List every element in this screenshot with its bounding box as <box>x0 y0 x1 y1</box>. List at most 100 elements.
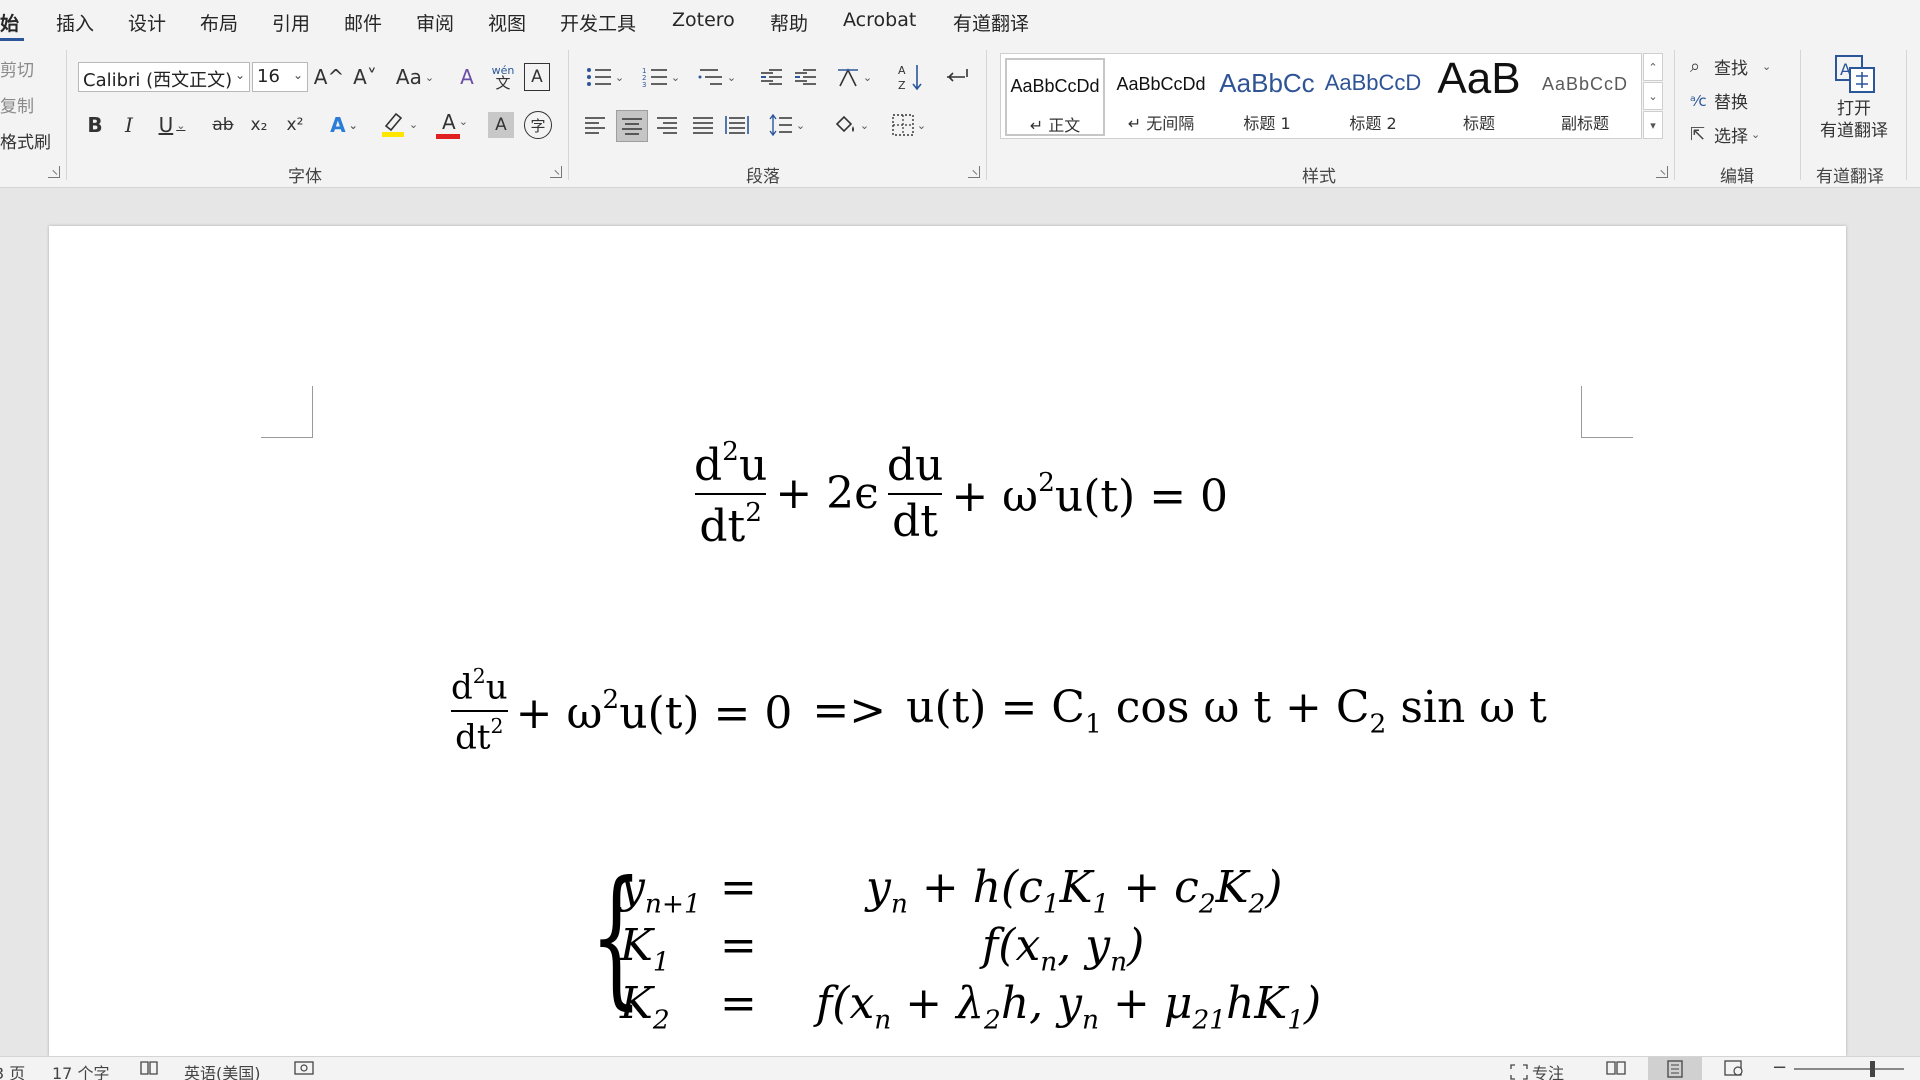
decrease-indent-icon[interactable] <box>756 62 786 92</box>
equation-2[interactable]: d2u dt2 + ω2u(t) = 0 => u(t) = C1 cos ω … <box>443 664 1547 758</box>
zoom-slider[interactable] <box>1794 1068 1904 1070</box>
chevron-down-icon: ⌄ <box>1762 60 1772 73</box>
strikethrough-button[interactable]: ab <box>206 110 240 140</box>
word-count[interactable]: 17 个字 <box>52 1060 109 1080</box>
font-launcher-icon[interactable] <box>550 166 562 178</box>
find-button[interactable]: ⌕ 查找 ⌄ <box>1690 54 1771 79</box>
zoom-out-icon[interactable]: − <box>1772 1057 1787 1078</box>
group-divider <box>1674 50 1675 180</box>
outdent-icon <box>761 69 782 85</box>
tab-review[interactable]: 审阅 <box>416 9 454 36</box>
bullets-icon[interactable]: ⌄ <box>580 62 630 92</box>
increase-indent-icon[interactable] <box>790 62 820 92</box>
tab-view[interactable]: 视图 <box>488 9 526 36</box>
highlight-color-icon[interactable]: ⌄ <box>374 108 424 140</box>
replace-button[interactable]: ᵃ⁄c 替换 <box>1690 88 1748 114</box>
style-sample: AaB <box>1437 54 1521 103</box>
change-case-label: Aa <box>395 65 422 89</box>
multilevel-list-icon[interactable]: ⌄ <box>692 62 742 92</box>
tab-home[interactable]: 始 <box>0 9 19 36</box>
italic-button[interactable]: I <box>114 110 144 140</box>
read-mode-icon[interactable] <box>1606 1060 1626 1080</box>
tab-layout[interactable]: 布局 <box>200 9 238 36</box>
paragraph-launcher-icon[interactable] <box>968 166 980 178</box>
tab-design[interactable]: 设计 <box>128 9 166 36</box>
shrink-font-icon[interactable]: A˅ <box>350 62 380 92</box>
chevron-down-icon: ⌄ <box>670 70 681 84</box>
styles-more-icon[interactable]: ▾ <box>1643 111 1663 139</box>
superscript-button[interactable]: x² <box>280 110 310 140</box>
style-subtitle[interactable]: AaBbCcD 副标题 <box>1535 58 1635 136</box>
open-youdao-button[interactable]: A 打开 有道翻译 <box>1812 54 1896 154</box>
clipboard-launcher-icon[interactable] <box>48 166 60 178</box>
tab-developer[interactable]: 开发工具 <box>560 9 636 36</box>
show-marks-icon[interactable] <box>942 62 974 92</box>
clear-formatting-icon[interactable]: A <box>452 62 482 92</box>
font-color-icon[interactable]: A ⌄ <box>430 108 480 140</box>
open-youdao-line1: 打开 <box>1837 99 1871 119</box>
tab-youdao[interactable]: 有道翻译 <box>953 9 1029 36</box>
phonetic-guide-icon[interactable]: wén 文 <box>488 60 518 94</box>
web-layout-icon[interactable] <box>1724 1060 1744 1080</box>
equation-1[interactable]: d2u dt2 + 2ϵ du dt + ω2u(t) = 0 <box>686 438 1228 550</box>
format-painter-button[interactable]: 格式刷 <box>0 128 51 153</box>
align-center-button[interactable] <box>616 110 648 142</box>
styles-launcher-icon[interactable] <box>1656 166 1668 178</box>
subscript-button[interactable]: x₂ <box>244 110 274 140</box>
focus-mode-button[interactable]: 专注 <box>1510 1060 1564 1080</box>
tab-zotero[interactable]: Zotero <box>672 9 735 31</box>
enclose-characters-icon[interactable]: 字 <box>524 111 552 139</box>
align-left-button[interactable] <box>580 110 610 140</box>
ribbon-tabs: 始 插入 设计 布局 引用 邮件 审阅 视图 开发工具 Zotero 帮助 Ac… <box>0 0 1920 44</box>
eq2-solution: u(t) = C1 cos ω t + C2 sin ω t <box>906 682 1547 740</box>
replace-label: 替换 <box>1714 93 1748 113</box>
character-border-icon[interactable]: A <box>524 63 550 91</box>
tab-references[interactable]: 引用 <box>272 9 310 36</box>
shading-icon[interactable]: ⌄ <box>828 110 874 140</box>
style-heading-2[interactable]: AaBbCcD 标题 2 <box>1323 58 1423 136</box>
tab-mailings[interactable]: 邮件 <box>344 9 382 36</box>
chevron-down-icon: ⌄ <box>234 68 245 82</box>
tab-help[interactable]: 帮助 <box>770 9 808 36</box>
style-heading-1[interactable]: AaBbCc 标题 1 <box>1217 58 1317 136</box>
font-name-combo[interactable]: Calibri (西文正文) ⌄ <box>78 62 250 92</box>
tab-insert[interactable]: 插入 <box>56 9 94 36</box>
align-right-button[interactable] <box>652 110 682 140</box>
chevron-down-icon: ⌄ <box>176 118 186 132</box>
copy-button[interactable]: 复制 <box>0 92 34 117</box>
styles-scroll-up-icon[interactable]: ⌃ <box>1643 53 1663 81</box>
select-button[interactable]: ⇱ 选择 ⌄ <box>1690 122 1760 147</box>
print-layout-icon[interactable] <box>1648 1057 1702 1080</box>
sort-icon[interactable]: AZ <box>896 60 926 94</box>
proofing-icon[interactable] <box>140 1060 158 1080</box>
line-spacing-icon[interactable]: ⌄ <box>764 110 810 140</box>
style-no-spacing[interactable]: AaBbCcDd ↵ 无间隔 <box>1111 58 1211 136</box>
change-case-icon[interactable]: Aa ⌄ <box>392 62 438 92</box>
style-normal[interactable]: AaBbCcDd ↵ 正文 <box>1005 58 1105 136</box>
chevron-down-icon: ⌄ <box>1751 128 1761 141</box>
cut-button[interactable]: 剪切 <box>0 56 34 81</box>
chevron-down-icon: ⌄ <box>458 115 468 128</box>
character-shading-icon[interactable]: A <box>488 112 514 138</box>
text-effects-icon[interactable]: A ⌄ <box>322 110 366 140</box>
page-count[interactable]: 3 页 <box>0 1060 25 1080</box>
justify-button[interactable] <box>688 110 718 140</box>
style-title[interactable]: AaB 标题 <box>1429 54 1529 136</box>
language-indicator[interactable]: 英语(美国) <box>184 1060 261 1080</box>
tab-acrobat[interactable]: Acrobat <box>843 9 916 31</box>
accessibility-icon[interactable] <box>294 1060 314 1080</box>
distributed-button[interactable] <box>722 110 752 140</box>
numbering-icon[interactable]: 1 2 3 ⌄ <box>636 62 686 92</box>
text-direction-icon[interactable]: ⌄ <box>832 62 876 92</box>
fraction-d2u-dt2: d2u dt2 <box>451 664 508 758</box>
document-page[interactable]: d2u dt2 + 2ϵ du dt + ω2u(t) = 0 d2u dt2 … <box>49 226 1846 1056</box>
underline-button[interactable]: U ⌄ <box>150 110 194 140</box>
bold-button[interactable]: B <box>80 110 110 140</box>
grow-font-icon[interactable]: A^ <box>314 62 344 92</box>
styles-scroll-down-icon[interactable]: ⌄ <box>1643 82 1663 110</box>
zoom-slider-thumb[interactable] <box>1870 1061 1875 1077</box>
focus-label: 专注 <box>1532 1064 1565 1080</box>
borders-icon[interactable]: ⌄ <box>886 110 932 140</box>
ribbon: 剪切 复制 格式刷 Calibri (西文正文) ⌄ 16 ⌄ A^ A˅ Aa ⌄ … <box>0 44 1920 188</box>
font-size-combo[interactable]: 16 ⌄ <box>252 62 308 92</box>
